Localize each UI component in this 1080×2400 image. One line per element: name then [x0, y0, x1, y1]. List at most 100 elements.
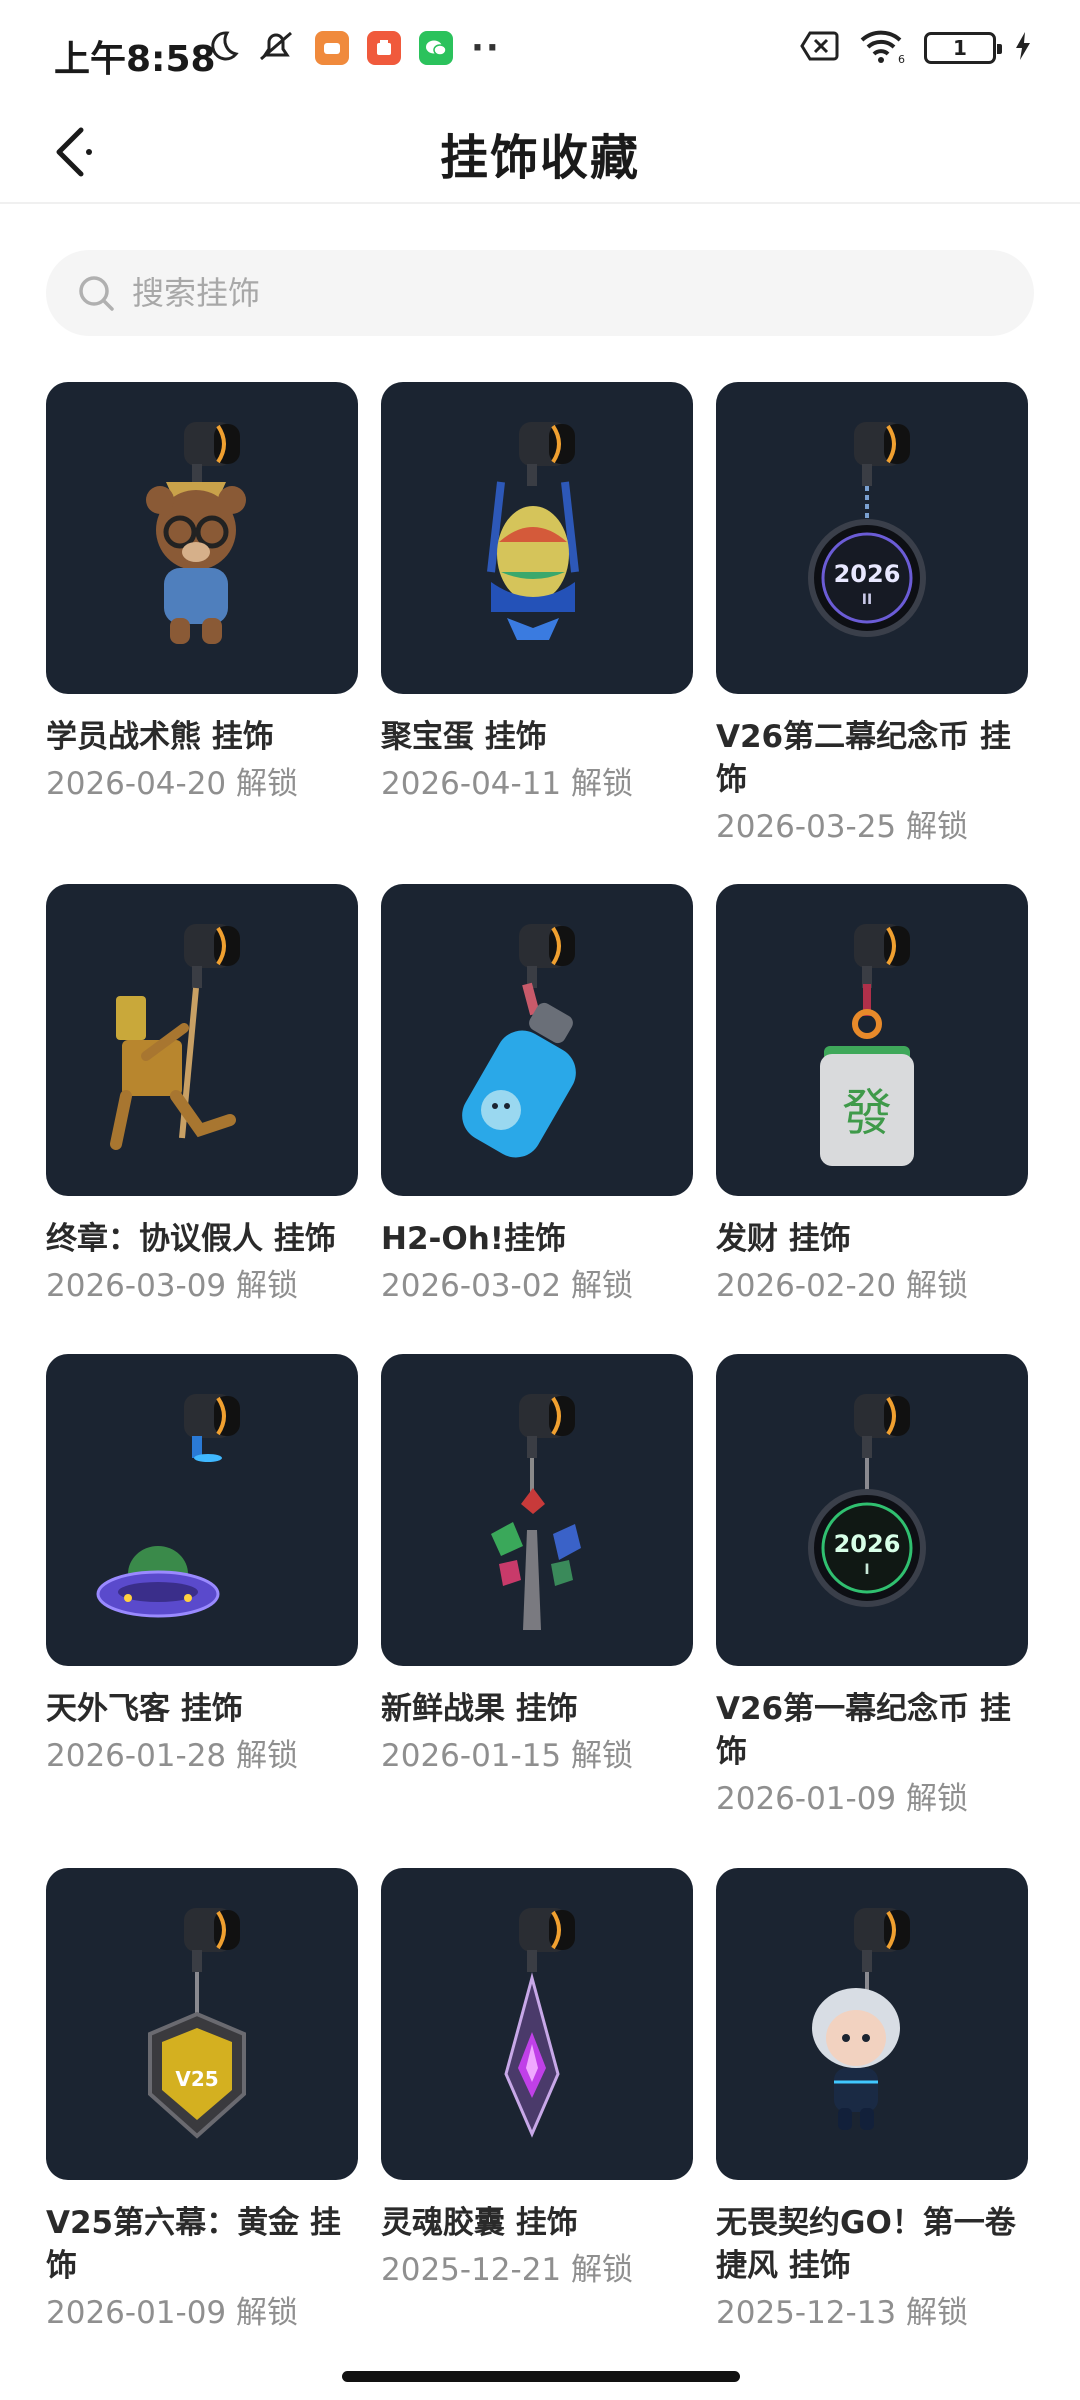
ufo-charm-icon	[96, 1454, 222, 1618]
store-app-icon	[367, 31, 401, 65]
charm-name: V26第二幕纪念币 挂饰	[716, 719, 1011, 798]
moon-icon	[205, 29, 239, 67]
charm-mount-icon	[184, 924, 240, 988]
charm-thumbnail[interactable]: 發	[716, 884, 1028, 1196]
charm-card[interactable]: 天外飞客 挂饰 2026-01-28 解锁	[46, 1354, 358, 1868]
unlock-date: 2026-02-20 解锁	[716, 1268, 969, 1304]
status-left-icons: ··	[205, 28, 501, 68]
charm-name: 聚宝蛋 挂饰	[381, 719, 547, 755]
search-bar[interactable]	[46, 250, 1034, 336]
charm-name: V26第一幕纪念币 挂饰	[716, 1691, 1011, 1770]
charm-name: 无畏契约GO！第一卷 捷风 挂饰	[716, 2205, 1016, 2284]
charm-mount-icon	[854, 422, 910, 486]
charm-name: V25第六幕：黄金 挂饰	[46, 2205, 341, 2284]
unlock-date: 2026-01-28 解锁	[46, 1738, 299, 1774]
wifi-icon: 6	[858, 28, 906, 68]
unlock-date: 2026-04-11 解锁	[381, 766, 634, 802]
charging-icon	[1014, 31, 1032, 65]
charm-mount-icon	[519, 924, 575, 988]
coin-year-text: 2026	[834, 1530, 901, 1558]
charm-card[interactable]: 无畏契约GO！第一卷 捷风 挂饰 2025-12-13 解锁	[716, 1868, 1028, 2335]
charm-thumbnail[interactable]: V25	[46, 1868, 358, 2180]
charm-name: 新鲜战果 挂饰	[381, 1691, 578, 1727]
unlock-date: 2025-12-21 解锁	[381, 2252, 634, 2288]
page-title: 挂饰收藏	[439, 130, 640, 186]
charm-mount-icon	[519, 422, 575, 486]
charm-card[interactable]: H2-Oh!挂饰 2026-03-02 解锁	[381, 884, 693, 1354]
fruit-tree-charm-icon	[491, 1458, 581, 1630]
charm-name: 灵魂胶囊 挂饰	[381, 2205, 578, 2241]
gold-badge-charm-icon: V25	[148, 1972, 246, 2139]
charm-mount-icon	[184, 1908, 240, 1972]
unlock-date: 2026-04-20 解锁	[46, 766, 299, 802]
charm-card[interactable]: 终章：协议假人 挂饰 2026-03-09 解锁	[46, 884, 358, 1354]
charm-thumbnail[interactable]	[381, 884, 693, 1196]
status-time: 上午8:58	[54, 39, 216, 80]
charm-mount-icon	[519, 1908, 575, 1972]
search-input[interactable]	[132, 274, 982, 312]
charm-thumbnail[interactable]	[381, 1868, 693, 2180]
charm-thumbnail[interactable]: 2026 II	[716, 382, 1028, 694]
charm-card[interactable]: 2026 I V26第一幕纪念币 挂饰 2026-01-09 解锁	[716, 1354, 1028, 1868]
coin-year-text: 2026	[834, 560, 901, 588]
charm-card[interactable]: 灵魂胶囊 挂饰 2025-12-21 解锁	[381, 1868, 693, 2335]
coin-act-text: II	[862, 592, 872, 608]
top-app-bar: 挂饰收藏	[0, 100, 1080, 204]
coin-charm-icon: 2026 II	[808, 486, 926, 637]
unlock-date: 2026-03-25 解锁	[716, 809, 969, 845]
charm-thumbnail[interactable]	[381, 382, 693, 694]
charm-mount-icon	[184, 422, 240, 486]
charm-mount-icon	[519, 1394, 575, 1458]
charm-thumbnail[interactable]	[46, 382, 358, 694]
charm-thumbnail[interactable]	[381, 1354, 693, 1666]
unlock-date: 2026-03-09 解锁	[46, 1268, 299, 1304]
jett-chibi-charm-icon	[812, 1972, 900, 2130]
charm-thumbnail[interactable]	[46, 1354, 358, 1666]
charm-card[interactable]: 学员战术熊 挂饰 2026-04-20 解锁	[46, 382, 358, 884]
no-sim-icon	[800, 30, 840, 66]
search-icon	[79, 276, 114, 311]
charm-name: H2-Oh!挂饰	[381, 1221, 566, 1257]
charm-card[interactable]: V25 V25第六幕：黄金 挂饰 2026-01-09 解锁	[46, 1868, 358, 2335]
mi-app-icon	[315, 31, 349, 65]
mahjong-tile-text: 發	[842, 1084, 892, 1142]
unlock-date: 2026-01-15 解锁	[381, 1738, 634, 1774]
charm-mount-icon	[854, 1908, 910, 1972]
coin-act-text: I	[864, 1562, 869, 1578]
charm-mount-icon	[184, 1394, 240, 1458]
charm-card[interactable]: 發 发财 挂饰 2026-02-20 解锁	[716, 884, 1028, 1354]
charm-card[interactable]: 2026 II V26第二幕纪念币 挂饰 2026-03-25 解锁	[716, 382, 1028, 884]
water-bottle-charm-icon	[462, 982, 576, 1158]
unlock-date: 2026-01-09 解锁	[716, 1781, 969, 1817]
mute-icon	[257, 29, 297, 67]
charm-grid: 学员战术熊 挂饰 2026-04-20 解锁 聚宝蛋 挂饰 2026-04-11…	[46, 382, 1036, 2335]
charm-mount-icon	[854, 1394, 910, 1458]
coin-charm-icon: 2026 I	[808, 1458, 926, 1607]
charm-thumbnail[interactable]	[46, 884, 358, 1196]
unlock-date: 2026-03-02 解锁	[381, 1268, 634, 1304]
wechat-app-icon	[419, 31, 453, 65]
charm-name: 天外飞客 挂饰	[46, 1691, 243, 1727]
charm-thumbnail[interactable]	[716, 1868, 1028, 2180]
status-right-icons: 6 1	[800, 28, 1032, 68]
charm-thumbnail[interactable]: 2026 I	[716, 1354, 1028, 1666]
charm-name: 终章：协议假人 挂饰	[46, 1221, 336, 1257]
charm-card[interactable]: 新鲜战果 挂饰 2026-01-15 解锁	[381, 1354, 693, 1868]
egg-charm-icon	[487, 481, 579, 640]
charm-mount-icon	[854, 924, 910, 988]
charm-name: 学员战术熊 挂饰	[46, 719, 274, 755]
badge-text: V25	[175, 2067, 218, 2091]
svg-text:6: 6	[898, 53, 905, 64]
soul-capsule-charm-icon	[504, 1972, 560, 2138]
unlock-date: 2026-01-09 解锁	[46, 2295, 299, 2331]
charm-card[interactable]: 聚宝蛋 挂饰 2026-04-11 解锁	[381, 382, 693, 884]
charm-name: 发财 挂饰	[716, 1221, 851, 1257]
unlock-date: 2025-12-13 解锁	[716, 2295, 969, 2331]
dummy-charm-icon	[110, 987, 236, 1150]
battery-indicator: 1	[924, 32, 1002, 64]
mahjong-tile-charm-icon: 發	[820, 984, 914, 1166]
status-bar: 上午8:58 ·· 6 1	[0, 0, 1080, 100]
bear-charm-icon	[146, 482, 246, 644]
more-notifications-icon: ··	[471, 28, 501, 68]
home-indicator[interactable]	[342, 2371, 740, 2382]
